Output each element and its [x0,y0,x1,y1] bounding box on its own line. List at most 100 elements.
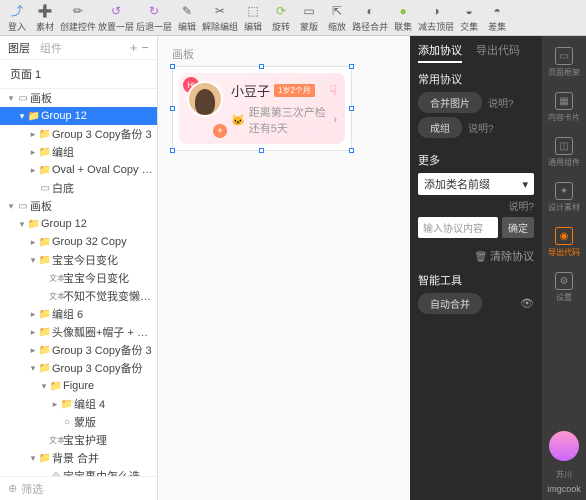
toolbar-item[interactable]: ⟳旋转 [268,3,294,33]
tree-item[interactable]: ▾📁背景 合并 [0,449,157,467]
toolbar-icon: ◓ [489,3,505,19]
baby-name: 小豆子 [231,81,270,100]
tree-item[interactable]: ○蒙版 [0,413,157,431]
far-item[interactable]: ▭页面框架 [542,42,586,83]
tree-item[interactable]: 文本不知不觉我变懒了，在拥挤的小房... [0,287,157,305]
toolbar-item[interactable]: ↻后退一层 [136,3,172,33]
toolbar-icon: ▭ [301,3,317,19]
tab-layers[interactable]: 图层 [8,40,30,56]
far-item[interactable]: ⚙设置 [542,267,586,308]
cat-icon: 🐱 [231,114,245,127]
help-link[interactable]: 说明? [488,95,514,110]
toolbar-label: 素材 [36,20,54,33]
toolbar-item[interactable]: ●联集 [390,3,416,33]
far-item[interactable]: ◉导出代码 [542,222,586,263]
toolbar-item[interactable]: ➕素材 [32,3,58,33]
tree-item[interactable]: ▭白底 [0,179,157,197]
toolbar-icon: ⟳ [273,3,289,19]
toolbar-icon: ✎ [179,3,195,19]
filter-row[interactable]: ⊕ 筛选 [0,476,157,500]
toolbar-item[interactable]: ◑减去顶层 [418,3,454,33]
tree-item[interactable]: ▸📁编组 6 [0,305,157,323]
tree-item[interactable]: ▸📁Group 3 Copy备份 3 [0,341,157,359]
tab-add-protocol[interactable]: 添加协议 [418,42,462,63]
protocol-input[interactable]: 输入协议内容 [418,217,498,238]
toolbar-label: 解除编组 [202,20,238,33]
tree-item[interactable]: ▸📁编组 4 [0,395,157,413]
visibility-icon[interactable]: 👁 [520,297,534,310]
toolbar-item[interactable]: ⇱缩放 [324,3,350,33]
toolbar-item[interactable]: ⬚编辑 [240,3,266,33]
left-panel: 图层 组件 + − 页面 1 ▾▭画板▾📁Group 12▸📁Group 3 C… [0,36,158,500]
toolbar-item[interactable]: ◐路径合并 [352,3,388,33]
tree-item[interactable]: ⟐宝宝裹巾怎么选 [0,467,157,476]
tree-item[interactable]: ▸📁头像瓢圈+帽子 + 雪花 [0,323,157,341]
toolbar-item[interactable]: ✏创建控件 [60,3,96,33]
tree-item[interactable]: ▾▭画板 [0,89,157,107]
far-label: 设计素材 [548,202,580,213]
baby-card[interactable]: Hi + 小豆子 1岁2个月 🐱 距离第三次产检还有5天 › ☟ [179,73,345,144]
top-toolbar: ⤴登入➕素材✏创建控件↺放置一层↻后退一层✎编辑✂解除编组⬚编辑⟳旋转▭蒙版⇱缩… [0,0,586,36]
far-icon: ⚙ [555,272,573,290]
far-icon: ✦ [555,182,573,200]
tree-item[interactable]: ▾📁Group 12 [0,107,157,125]
far-label: 页面框架 [548,67,580,78]
toolbar-label: 后退一层 [136,20,172,33]
toolbar-label: 缩放 [328,20,346,33]
toolbar-label: 创建控件 [60,20,96,33]
toolbar-item[interactable]: ◒交集 [456,3,482,33]
artboard[interactable]: Hi + 小豆子 1岁2个月 🐱 距离第三次产检还有5天 › ☟ [172,66,352,151]
add-icon[interactable]: + [130,40,138,55]
tree-item[interactable]: 文本宝宝护理 [0,431,157,449]
more-icon[interactable]: − [141,40,149,55]
tree-item[interactable]: ▾▭画板 [0,197,157,215]
tab-export-code[interactable]: 导出代码 [476,42,520,63]
tree-item[interactable]: ▸📁Oval + Oval Copy + Oval Cop... [0,161,157,179]
toolbar-item[interactable]: ◓差集 [484,3,510,33]
tree-item[interactable]: ▸📁Group 32 Copy [0,233,157,251]
layer-tree: ▾▭画板▾📁Group 12▸📁Group 3 Copy备份 3▸📁编组▸📁Ov… [0,89,157,476]
toolbar-item[interactable]: ✂解除编组 [202,3,238,33]
confirm-button[interactable]: 确定 [502,217,534,238]
help-link[interactable]: 说明? [508,198,534,213]
help-link[interactable]: 说明? [468,120,494,135]
canvas[interactable]: 画板 Hi + 小豆子 1岁2个月 🐱 [158,36,410,500]
class-prefix-select[interactable]: 添加类名前缀▾ [418,173,534,195]
common-protocol-title: 常用协议 [418,71,534,87]
toolbar-icon: ⇱ [329,3,345,19]
toolbar-item[interactable]: ↺放置一层 [98,3,134,33]
toolbar-label: 放置一层 [98,20,134,33]
toolbar-item[interactable]: ▭蒙版 [296,3,322,33]
tree-item[interactable]: ▸📁Group 3 Copy备份 3 [0,125,157,143]
toolbar-icon: ↻ [146,3,162,19]
add-avatar-icon[interactable]: + [213,124,227,138]
tree-item[interactable]: ▾📁Group 3 Copy备份 [0,359,157,377]
tree-item[interactable]: ▾📁Figure [0,377,157,395]
toolbar-icon: ⬚ [245,3,261,19]
far-item[interactable]: ◫通用组件 [542,132,586,173]
toolbar-label: 蒙版 [300,20,318,33]
toolbar-item[interactable]: ⤴登入 [4,3,30,33]
filter-icon: ⊕ [8,482,17,495]
tree-item[interactable]: ▾📁宝宝今日变化 [0,251,157,269]
toolbar-label: 登入 [8,20,26,33]
tab-components[interactable]: 组件 [40,40,62,56]
tree-item[interactable]: 文本宝宝今日变化 [0,269,157,287]
left-header: 图层 组件 + − [0,36,157,60]
group-button[interactable]: 成组 [418,117,462,138]
auto-merge-button[interactable]: 自动合并 [418,293,482,314]
toolbar-icon: ↺ [108,3,124,19]
far-item[interactable]: ✦ 设计素材 [542,177,586,218]
tree-item[interactable]: ▸📁编组 [0,143,157,161]
far-item[interactable]: ▦内容卡片 [542,87,586,128]
page-name[interactable]: 页面 1 [0,60,157,89]
far-icon: ▦ [555,92,573,110]
user-avatar[interactable] [549,431,579,461]
merge-image-button[interactable]: 合并图片 [418,92,482,113]
clear-protocol[interactable]: 🗑 清除协议 [418,248,534,264]
tree-item[interactable]: ▾📁Group 12 [0,215,157,233]
toolbar-icon: ◒ [461,3,477,19]
toolbar-label: 差集 [488,20,506,33]
far-label: 通用组件 [548,157,580,168]
toolbar-item[interactable]: ✎编辑 [174,3,200,33]
